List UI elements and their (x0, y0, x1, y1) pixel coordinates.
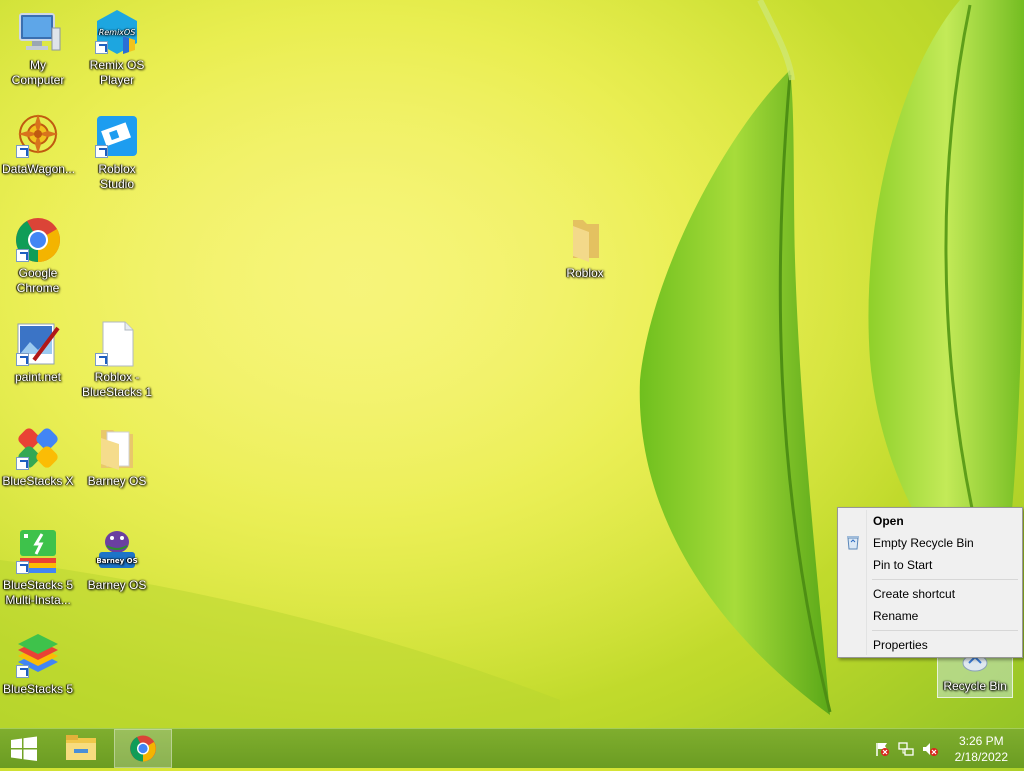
computer-icon (14, 8, 62, 56)
bluestacks-logo-icon (14, 632, 62, 680)
shortcut-arrow-icon (16, 353, 29, 366)
clock-time: 3:26 PM (958, 734, 1004, 748)
taskbar-chrome[interactable] (114, 729, 172, 768)
bluestacks5-multi-icon[interactable]: BlueStacks 5 Multi-Insta... (0, 528, 76, 608)
chrome-logo-icon (14, 216, 62, 264)
shortcut-arrow-icon (16, 145, 29, 158)
roblox-bluestacks-icon[interactable]: Roblox - BlueStacks 1 (79, 320, 155, 400)
menu-separator (872, 579, 1018, 580)
chrome-icon (130, 735, 156, 762)
shortcut-arrow-icon (95, 41, 108, 54)
remix-os-icon[interactable]: RemixOS Remix OS Player (79, 8, 155, 88)
bluestacks-multi-instance-icon (14, 528, 62, 576)
my-computer-icon[interactable]: My Computer (0, 8, 76, 88)
taskbar: 3:26 PM 2/18/2022 (0, 728, 1024, 768)
start-button[interactable] (0, 729, 48, 768)
leaf-left (639, 70, 830, 715)
svg-text:Barney OS: Barney OS (96, 557, 137, 565)
taskbar-clock[interactable]: 3:26 PM 2/18/2022 (955, 733, 1008, 765)
file-explorer-icon (66, 735, 96, 760)
folder-icon (93, 424, 141, 472)
menu-item-rename[interactable]: Rename (840, 605, 1020, 627)
roblox-folder-icon[interactable]: Roblox (547, 216, 623, 281)
network-icon[interactable] (898, 741, 914, 760)
menu-item-open[interactable]: Open (840, 510, 1020, 532)
shortcut-arrow-icon (16, 249, 29, 262)
shortcut-arrow-icon (95, 353, 108, 366)
windows-logo-icon (11, 736, 37, 761)
bluestacks-x-icon[interactable]: BlueStacks X (0, 424, 76, 489)
context-menu: Open Empty Recycle Bin Pin to Start Crea… (837, 507, 1023, 658)
shortcut-arrow-icon (95, 145, 108, 158)
clock-date: 2/18/2022 (954, 750, 1008, 764)
mandala-icon (14, 112, 62, 160)
google-chrome-icon[interactable]: Google Chrome (0, 216, 76, 296)
menu-item-empty-recycle-bin[interactable]: Empty Recycle Bin (840, 532, 1020, 554)
roblox-studio-logo-icon (93, 112, 141, 160)
svg-text:RemixOS: RemixOS (99, 28, 136, 37)
folder-icon (561, 216, 609, 264)
menu-item-create-shortcut[interactable]: Create shortcut (840, 583, 1020, 605)
menu-separator (872, 630, 1018, 631)
shortcut-arrow-icon (16, 457, 29, 470)
blank-document-icon (93, 320, 141, 368)
roblox-studio-icon[interactable]: Roblox Studio (79, 112, 155, 192)
remix-os-logo-icon: RemixOS (93, 8, 141, 56)
action-center-flag-icon[interactable] (874, 741, 890, 760)
taskbar-file-explorer[interactable] (52, 729, 110, 768)
paint-net-logo-icon (14, 320, 62, 368)
menu-item-pin-to-start[interactable]: Pin to Start (840, 554, 1020, 576)
recycle-bin-icon[interactable]: Recycle Bin (937, 652, 1013, 698)
menu-item-properties[interactable]: Properties (840, 634, 1020, 656)
paint-net-icon[interactable]: paint.net (0, 320, 76, 385)
datawagon-icon[interactable]: DataWagon... (0, 112, 76, 177)
barney-os-folder-icon[interactable]: Barney OS (79, 424, 155, 489)
bluestacks-x-logo-icon (14, 424, 62, 472)
barney-os-app-icon[interactable]: Barney OS Barney OS (79, 528, 155, 593)
shortcut-arrow-icon (16, 665, 29, 678)
shortcut-arrow-icon (16, 561, 29, 574)
volume-muted-icon[interactable] (922, 741, 938, 760)
barney-icon: Barney OS (93, 528, 141, 576)
system-tray (870, 729, 940, 768)
recycle-bin-small-icon (846, 535, 860, 550)
bluestacks5-icon[interactable]: BlueStacks 5 (0, 632, 76, 697)
